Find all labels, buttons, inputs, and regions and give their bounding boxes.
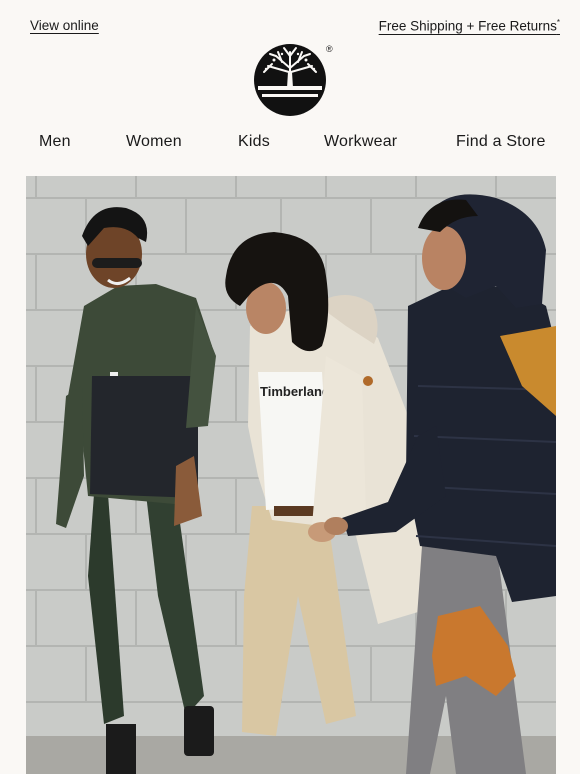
nav-item-kids[interactable]: Kids bbox=[238, 133, 270, 151]
top-bar: View online Free Shipping + Free Returns… bbox=[30, 18, 560, 40]
nav-item-men[interactable]: Men bbox=[39, 133, 71, 151]
free-shipping-link[interactable]: Free Shipping + Free Returns* bbox=[379, 18, 560, 34]
hero-image[interactable]: Timberland bbox=[26, 176, 556, 774]
main-nav: Men Women Kids Workwear Find a Store bbox=[0, 133, 580, 157]
nav-item-workwear[interactable]: Workwear bbox=[324, 133, 397, 151]
nav-item-find-a-store[interactable]: Find a Store bbox=[456, 133, 546, 151]
tree-logo-icon bbox=[254, 44, 326, 116]
free-shipping-label: Free Shipping + Free Returns bbox=[378, 18, 557, 34]
brand-logo[interactable]: ® bbox=[252, 42, 334, 118]
view-online-link[interactable]: View online bbox=[30, 18, 99, 33]
registered-mark: ® bbox=[326, 44, 333, 54]
shipping-asterisk: * bbox=[556, 18, 560, 27]
nav-item-women[interactable]: Women bbox=[126, 133, 182, 151]
hero-photo: Timberland bbox=[26, 176, 556, 774]
shirt-print: Timberland bbox=[260, 384, 330, 399]
